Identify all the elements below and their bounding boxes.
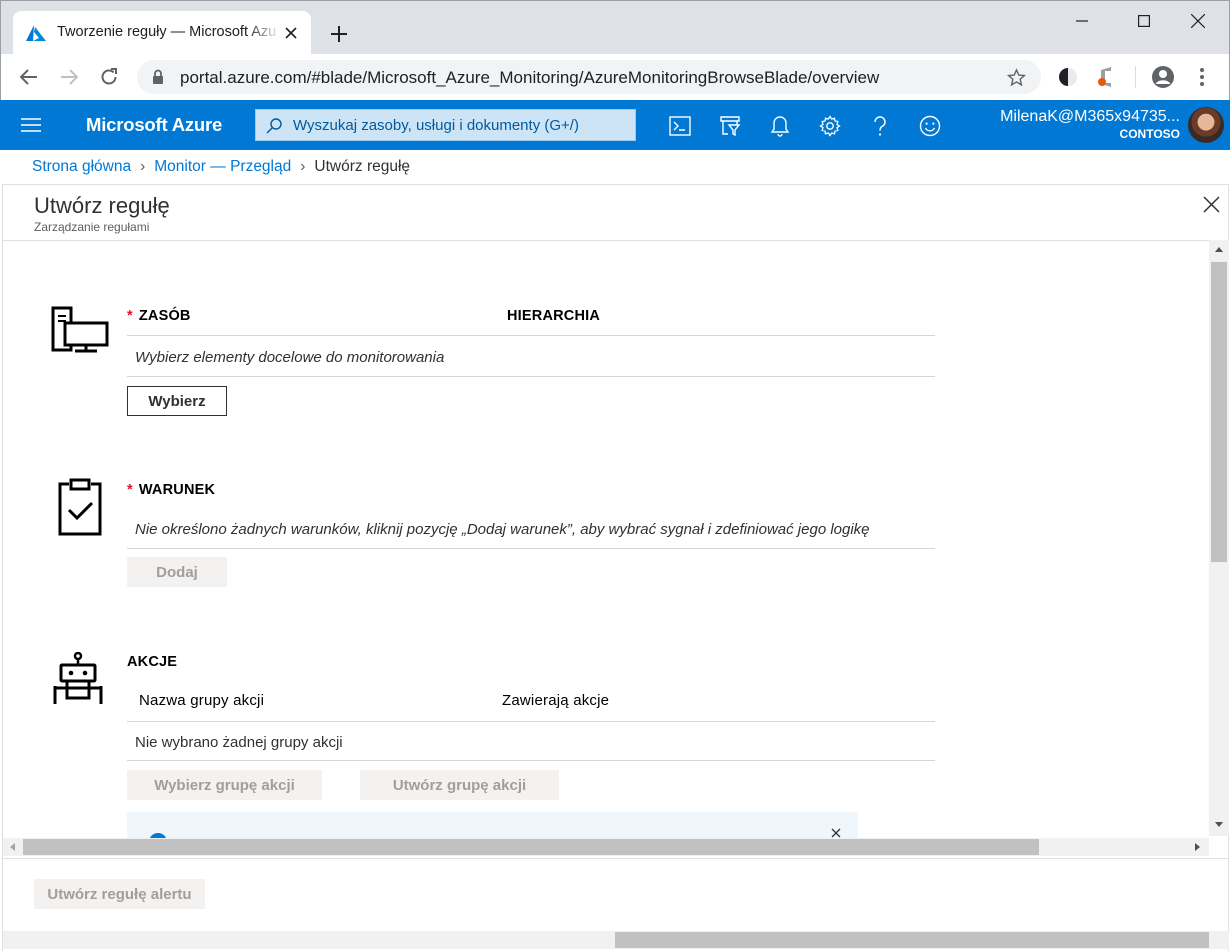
required-marker: * — [127, 308, 133, 324]
create-alert-rule-button[interactable]: Utwórz regułę alertu — [34, 879, 205, 909]
cloud-shell-icon — [669, 116, 691, 136]
chevron-right-icon: › — [300, 158, 306, 175]
close-blade-icon[interactable] — [1203, 196, 1220, 213]
browser-tab-title: Tworzenie reguły — Microsoft Azure — [57, 24, 277, 40]
back-arrow-icon[interactable] — [20, 68, 38, 86]
browser-toolbar: portal.azure.com/#blade/Microsoft_Azure_… — [0, 54, 1230, 100]
tab-close-icon[interactable] — [285, 27, 297, 39]
scroll-right-arrow-icon[interactable] — [1194, 842, 1202, 852]
breadcrumb: Strona główna › Monitor — Przegląd › Utwórz … — [32, 158, 410, 176]
lock-icon — [153, 69, 163, 84]
actions-label: AKCJE — [127, 654, 178, 670]
feedback-button[interactable] — [917, 113, 943, 139]
search-placeholder: Wyszukaj zasoby, usługi i dokumenty (G+/… — [293, 117, 579, 134]
hamburger-menu-icon[interactable] — [21, 117, 41, 133]
select-resource-button[interactable]: Wybierz — [127, 386, 227, 416]
vertical-scrollbar-thumb[interactable] — [1211, 262, 1227, 562]
page-horizontal-scrollbar-thumb[interactable] — [615, 932, 1209, 948]
menu-kebab-icon[interactable] — [1199, 67, 1205, 87]
reload-icon[interactable] — [99, 67, 119, 87]
gear-icon — [819, 115, 841, 137]
directory-filter-icon — [720, 116, 741, 137]
scroll-left-arrow-icon[interactable] — [8, 842, 16, 852]
settings-button[interactable] — [817, 113, 843, 139]
page-subtitle: Zarządzanie regułami — [34, 220, 150, 234]
actions-empty-text: Nie wybrano żadnej grupy akcji — [135, 734, 343, 751]
azure-favicon-icon — [26, 25, 46, 41]
account-tenant: CONTOSO — [1119, 127, 1180, 141]
global-search-input[interactable]: Wyszukaj zasoby, usługi i dokumenty (G+/… — [255, 109, 636, 141]
search-icon — [266, 118, 282, 134]
breadcrumb-monitor-link[interactable]: Monitor — Przegląd — [154, 158, 291, 175]
divider — [127, 760, 935, 761]
divider — [127, 335, 935, 336]
chevron-right-icon: › — [140, 158, 146, 175]
account-name: MilenaK@M365x94735... — [1000, 108, 1180, 125]
condition-empty-text: Nie określono żadnych warunków, kliknij … — [135, 521, 870, 538]
page-title: Utwórz regułę — [34, 193, 170, 218]
condition-section-label: * WARUNEK — [127, 482, 215, 498]
maximize-button[interactable] — [1121, 1, 1167, 41]
cloud-shell-button[interactable] — [667, 113, 693, 139]
avatar[interactable] — [1188, 107, 1224, 143]
resource-empty-text: Wybierz elementy docelowe do monitorowan… — [135, 349, 445, 366]
profile-icon[interactable] — [1151, 65, 1175, 89]
azure-brand[interactable]: Microsoft Azure — [86, 114, 222, 136]
breadcrumb-current: Utwórz regułę — [314, 158, 411, 175]
horizontal-scrollbar-thumb[interactable] — [23, 839, 1039, 855]
divider — [127, 376, 935, 377]
select-action-group-button[interactable]: Wybierz grupę akcji — [127, 770, 322, 800]
office-extension-icon[interactable] — [1097, 66, 1117, 88]
new-tab-icon[interactable] — [330, 25, 348, 43]
close-window-button[interactable] — [1175, 1, 1221, 41]
notifications-button[interactable] — [767, 113, 793, 139]
divider — [127, 721, 935, 722]
hierarchy-label: HIERARCHIA — [507, 308, 601, 324]
footer-divider — [3, 858, 1229, 859]
breadcrumb-home-link[interactable]: Strona główna — [32, 158, 131, 175]
scroll-down-arrow-icon[interactable] — [1214, 821, 1224, 829]
browser-tab-strip: Tworzenie reguły — Microsoft Azure — [0, 0, 1230, 55]
toolbar-divider — [1135, 66, 1136, 88]
resource-section-label: * ZASÓB — [127, 308, 191, 324]
minimize-button[interactable] — [1059, 1, 1105, 41]
bookmark-star-icon[interactable] — [1007, 68, 1026, 87]
info-banner — [127, 812, 858, 838]
scroll-up-arrow-icon[interactable] — [1214, 245, 1224, 253]
col-action-group-name: Nazwa grupy akcji — [139, 692, 265, 709]
actions-robot-icon — [53, 652, 103, 704]
dismiss-banner-icon[interactable] — [831, 828, 841, 838]
dark-mode-extension-icon[interactable] — [1057, 66, 1079, 88]
create-action-group-button[interactable]: Utwórz grupę akcji — [360, 770, 559, 800]
resource-computer-icon — [51, 306, 109, 353]
tab-title-fade — [247, 19, 281, 45]
blade-header: Utwórz regułę Zarządzanie regułami — [3, 185, 1228, 241]
condition-clipboard-icon — [58, 478, 102, 536]
browser-tab[interactable]: Tworzenie reguły — Microsoft Azure — [13, 11, 311, 55]
condition-label: WARUNEK — [138, 482, 216, 498]
close-icon — [1191, 14, 1205, 28]
url-text: portal.azure.com/#blade/Microsoft_Azure_… — [180, 68, 880, 87]
bell-icon — [770, 116, 790, 137]
col-contains-actions: Zawierają akcje — [502, 692, 610, 709]
divider — [127, 548, 935, 549]
resource-label: ZASÓB — [138, 308, 191, 324]
help-button[interactable] — [867, 113, 893, 139]
forward-arrow-icon[interactable] — [60, 68, 78, 86]
maximize-icon — [1138, 15, 1150, 27]
required-marker: * — [127, 482, 133, 498]
add-condition-button[interactable]: Dodaj — [127, 557, 227, 587]
directory-filter-button[interactable] — [717, 113, 743, 139]
account-menu[interactable]: MilenaK@M365x94735... CONTOSO — [1000, 108, 1180, 141]
help-question-icon — [874, 116, 886, 136]
address-bar[interactable]: portal.azure.com/#blade/Microsoft_Azure_… — [137, 60, 1041, 94]
minimize-icon — [1076, 20, 1088, 22]
smiley-feedback-icon — [919, 115, 941, 137]
